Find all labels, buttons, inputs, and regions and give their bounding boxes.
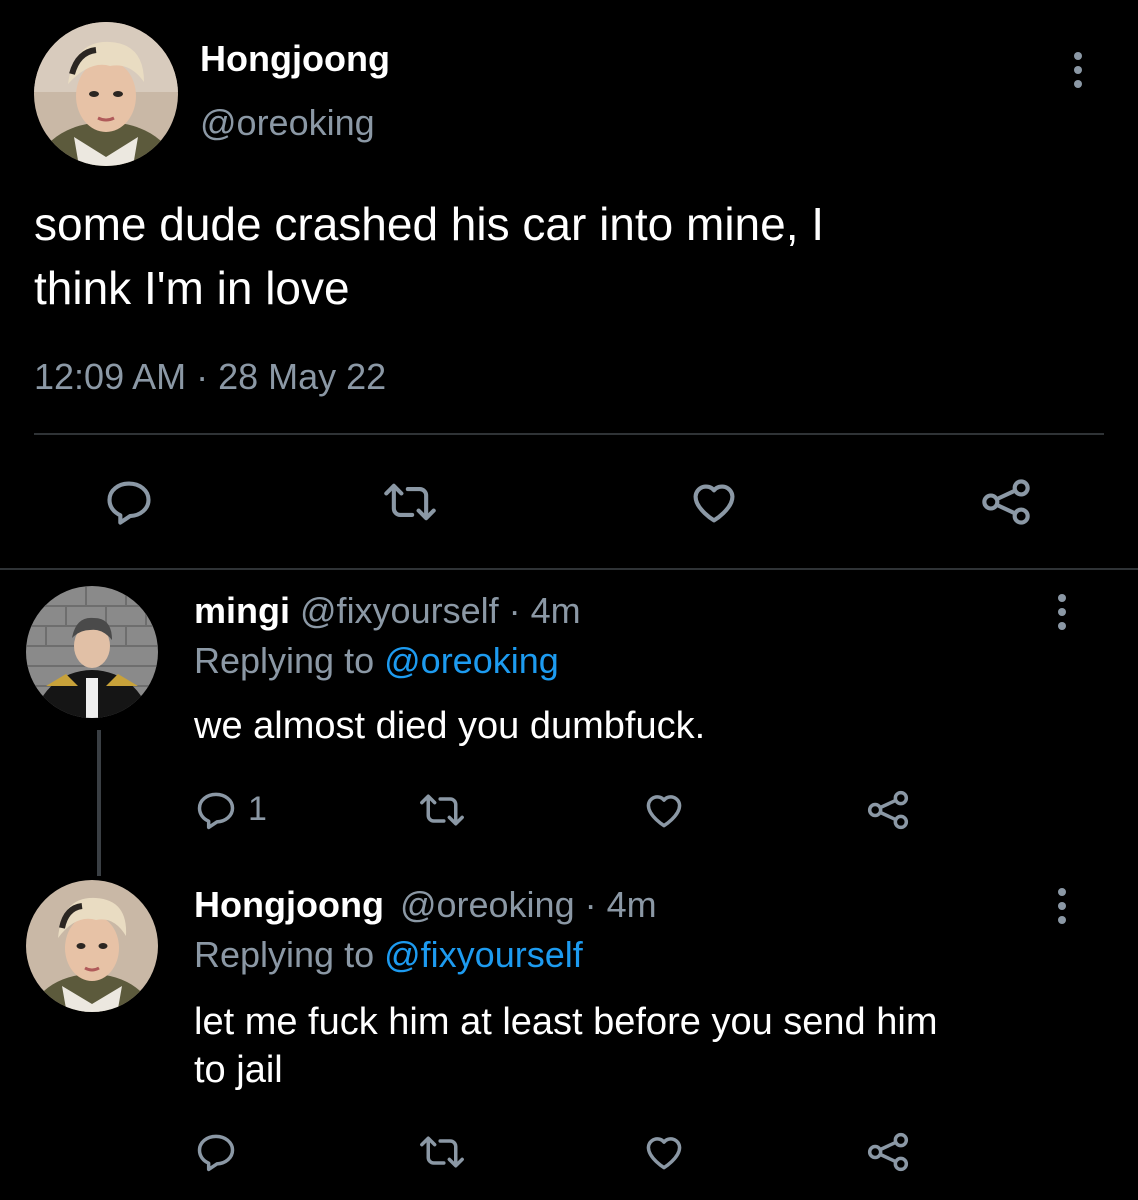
replying-to-handle[interactable]: @fixyourself (384, 934, 583, 975)
tweet-text: some dude crashed his car into mine, I t… (34, 192, 824, 320)
reply-text: let me fuck him at least before you send… (194, 998, 937, 1094)
reply-time: · 4m (508, 590, 581, 631)
reply-icon[interactable] (194, 1130, 238, 1174)
reply-header: mingi @fixyourself · 4m (194, 590, 581, 632)
reply-author-name[interactable]: Hongjoong (194, 884, 384, 925)
divider (34, 433, 1104, 435)
share-icon[interactable] (866, 788, 910, 832)
like-icon[interactable] (642, 1130, 686, 1174)
share-icon[interactable] (866, 1130, 910, 1174)
more-vertical-icon[interactable] (1068, 52, 1088, 88)
reply-text-line: let me fuck him at least before you send… (194, 1001, 938, 1043)
reply-text: we almost died you dumbfuck. (194, 705, 706, 747)
replying-to-label: Replying to (194, 640, 375, 681)
reply-icon[interactable] (194, 788, 238, 832)
retweet-icon[interactable] (382, 476, 438, 528)
author-handle[interactable]: @oreoking (200, 102, 375, 144)
tweet-text-line: think I'm in love (34, 262, 350, 314)
replying-to-label: Replying to (194, 934, 375, 975)
reply-author-handle[interactable]: @oreoking (400, 884, 575, 925)
replying-to-handle[interactable]: @oreoking (384, 640, 559, 681)
section-divider (0, 568, 1138, 570)
replying-to: Replying to @oreoking (194, 640, 559, 682)
retweet-icon[interactable] (418, 788, 466, 832)
author-name[interactable]: Hongjoong (200, 38, 390, 80)
more-vertical-icon[interactable] (1052, 888, 1072, 924)
reply-author-name[interactable]: mingi (194, 590, 290, 631)
tweet-text-line: some dude crashed his car into mine, I (34, 198, 825, 250)
like-icon[interactable] (688, 476, 740, 528)
reply-time: · 4m (584, 884, 657, 925)
reply-avatar[interactable] (26, 586, 158, 718)
thread-line (97, 730, 101, 876)
replying-to: Replying to @fixyourself (194, 934, 583, 976)
more-vertical-icon[interactable] (1052, 594, 1072, 630)
author-avatar[interactable] (34, 22, 178, 166)
reply-author-handle[interactable]: @fixyourself (300, 590, 499, 631)
tweet-timestamp[interactable]: 12:09 AM · 28 May 22 (34, 356, 386, 398)
retweet-icon[interactable] (418, 1130, 466, 1174)
reply-header: Hongjoong @oreoking · 4m (194, 884, 657, 926)
reply-count: 1 (248, 790, 267, 828)
like-icon[interactable] (642, 788, 686, 832)
reply-text-line: to jail (194, 1049, 283, 1091)
reply-icon[interactable] (103, 476, 155, 528)
reply-avatar[interactable] (26, 880, 158, 1012)
share-icon[interactable] (980, 476, 1032, 528)
